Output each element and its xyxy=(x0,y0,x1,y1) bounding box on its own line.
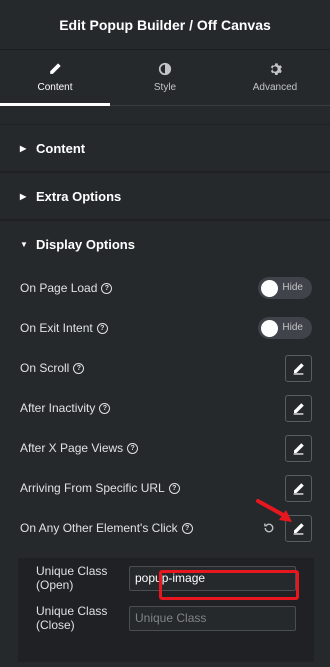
toggle-label: Hide xyxy=(282,282,303,293)
after-x-page-views-label: After X Page Views ? xyxy=(20,441,285,455)
toggle-knob xyxy=(261,280,278,297)
on-element-click-row: On Any Other Element's Click ? xyxy=(0,508,330,548)
arriving-from-url-text: Arriving From Specific URL xyxy=(20,481,165,495)
unique-class-close-row: Unique Class (Close) xyxy=(18,598,314,638)
unique-class-open-input[interactable] xyxy=(129,565,296,591)
pencil-icon xyxy=(293,522,304,535)
tab-style-label: Style xyxy=(153,82,177,93)
help-icon[interactable]: ? xyxy=(73,362,85,374)
on-scroll-text: On Scroll xyxy=(20,361,70,375)
unique-class-close-input[interactable] xyxy=(129,605,296,631)
toggle-label: Hide xyxy=(282,322,303,333)
on-exit-intent-text: On Exit Intent xyxy=(20,321,93,335)
tab-content-label: Content xyxy=(37,82,73,93)
caret-right-icon: ▶ xyxy=(20,191,27,201)
help-icon[interactable]: ? xyxy=(127,442,139,454)
half-circle-icon xyxy=(158,62,172,76)
toggle-knob xyxy=(261,320,278,337)
unique-class-close-label: Unique Class (Close) xyxy=(36,604,108,632)
gear-icon xyxy=(270,63,282,75)
help-icon[interactable]: ? xyxy=(101,282,113,294)
tab-style[interactable]: Style xyxy=(110,50,220,105)
after-x-page-views-text: After X Page Views xyxy=(20,441,124,455)
arriving-from-url-edit-button[interactable] xyxy=(285,474,312,502)
section-extra-options-label: Extra Options xyxy=(36,188,122,204)
section-extra-options[interactable]: ▶ Extra Options xyxy=(0,172,330,220)
section-content-label: Content xyxy=(36,140,86,156)
on-exit-intent-row: On Exit Intent ? Hide xyxy=(0,308,330,348)
after-inactivity-label: After Inactivity ? xyxy=(20,401,285,415)
section-content[interactable]: ▶ Content xyxy=(0,124,330,172)
on-scroll-row: On Scroll ? xyxy=(0,348,330,388)
help-icon[interactable]: ? xyxy=(168,482,180,494)
help-icon[interactable]: ? xyxy=(181,522,193,534)
pencil-icon xyxy=(293,482,304,495)
help-icon[interactable]: ? xyxy=(96,322,108,334)
reset-icon[interactable] xyxy=(263,522,275,534)
pencil-icon xyxy=(293,402,304,415)
tab-bar: Content Style Advanced xyxy=(0,50,330,106)
element-click-popover: Unique Class (Open) Unique Class (Close) xyxy=(18,558,314,662)
tab-advanced-label: Advanced xyxy=(252,82,298,93)
pencil-icon xyxy=(293,442,304,455)
after-x-page-views-edit-button[interactable] xyxy=(285,434,312,462)
on-page-load-toggle[interactable]: Hide xyxy=(258,277,312,299)
after-inactivity-edit-button[interactable] xyxy=(285,394,312,422)
unique-class-open-label: Unique Class (Open) xyxy=(36,564,108,592)
section-display-options[interactable]: ▼ Display Options xyxy=(0,220,330,268)
help-icon[interactable]: ? xyxy=(99,402,111,414)
caret-right-icon: ▶ xyxy=(20,143,27,153)
caret-down-icon: ▼ xyxy=(20,240,28,249)
unique-class-open-row: Unique Class (Open) xyxy=(18,558,314,598)
after-inactivity-row: After Inactivity ? xyxy=(0,388,330,428)
panel-title: Edit Popup Builder / Off Canvas xyxy=(59,16,271,33)
on-page-load-label: On Page Load ? xyxy=(20,281,258,295)
pencil-icon xyxy=(293,362,304,375)
after-inactivity-text: After Inactivity xyxy=(20,401,96,415)
on-exit-intent-toggle[interactable]: Hide xyxy=(258,317,312,339)
on-element-click-text: On Any Other Element's Click xyxy=(20,521,178,535)
on-scroll-label: On Scroll ? xyxy=(20,361,285,375)
pencil-icon xyxy=(50,63,61,74)
tab-content[interactable]: Content xyxy=(0,50,110,106)
arriving-from-url-label: Arriving From Specific URL ? xyxy=(20,481,285,495)
arriving-from-url-row: Arriving From Specific URL ? xyxy=(0,468,330,508)
on-element-click-label: On Any Other Element's Click ? xyxy=(20,521,263,535)
on-element-click-edit-button[interactable] xyxy=(285,514,312,542)
after-x-page-views-row: After X Page Views ? xyxy=(0,428,330,468)
on-exit-intent-label: On Exit Intent ? xyxy=(20,321,258,335)
on-scroll-edit-button[interactable] xyxy=(285,354,312,382)
on-page-load-text: On Page Load xyxy=(20,281,98,295)
on-page-load-row: On Page Load ? Hide xyxy=(0,268,330,308)
panel-header: Edit Popup Builder / Off Canvas xyxy=(0,0,330,50)
section-display-options-label: Display Options xyxy=(36,237,135,252)
tab-advanced[interactable]: Advanced xyxy=(220,50,330,105)
